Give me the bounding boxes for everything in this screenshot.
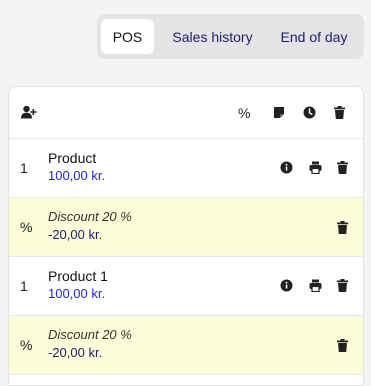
cart-header: % [9, 87, 363, 139]
note-icon[interactable] [273, 106, 285, 119]
trash-icon[interactable] [337, 339, 348, 352]
cart-row-discount[interactable]: % Discount 20 % -20,00 kr. [9, 198, 363, 257]
row-quantity: 1 [20, 160, 28, 176]
cart-row-product[interactable]: 1 Product 100,00 kr. [9, 139, 363, 198]
row-discount-name: Discount 20 % [48, 327, 132, 342]
row-price: 100,00 kr. [48, 168, 106, 183]
row-discount-symbol: % [20, 219, 33, 235]
row-discount-name: Discount 20 % [48, 209, 132, 224]
cart-row-discount[interactable]: % Discount 20 % -20,00 kr. [9, 316, 363, 375]
row-discount-amount: -20,00 kr. [48, 345, 103, 360]
info-icon[interactable] [280, 279, 293, 292]
print-icon[interactable] [309, 279, 322, 292]
row-price: 100,00 kr. [48, 286, 106, 301]
tab-end-of-day[interactable]: End of day [269, 19, 359, 54]
print-icon[interactable] [309, 161, 322, 174]
row-discount-symbol: % [20, 337, 33, 353]
trash-icon[interactable] [337, 221, 348, 234]
discount-percent-header[interactable]: % [238, 105, 250, 121]
row-quantity: 1 [20, 278, 28, 294]
trash-icon[interactable] [334, 106, 345, 119]
cart-row-product[interactable]: 1 Product 1 100,00 kr. [9, 257, 363, 316]
info-icon[interactable] [280, 161, 293, 174]
trash-icon[interactable] [337, 161, 348, 174]
row-discount-amount: -20,00 kr. [48, 227, 103, 242]
clock-icon[interactable] [303, 106, 316, 119]
trash-icon[interactable] [337, 279, 348, 292]
cart-panel: % 1 Product 100,00 kr. % Discount 20 % -… [8, 86, 364, 386]
tab-pos[interactable]: POS [101, 19, 154, 54]
view-tabs: POS Sales history End of day [97, 14, 364, 59]
row-product-name: Product [48, 150, 97, 166]
tab-sales-history[interactable]: Sales history [156, 19, 269, 54]
row-product-name: Product 1 [48, 268, 108, 284]
add-customer-icon[interactable] [21, 105, 37, 119]
